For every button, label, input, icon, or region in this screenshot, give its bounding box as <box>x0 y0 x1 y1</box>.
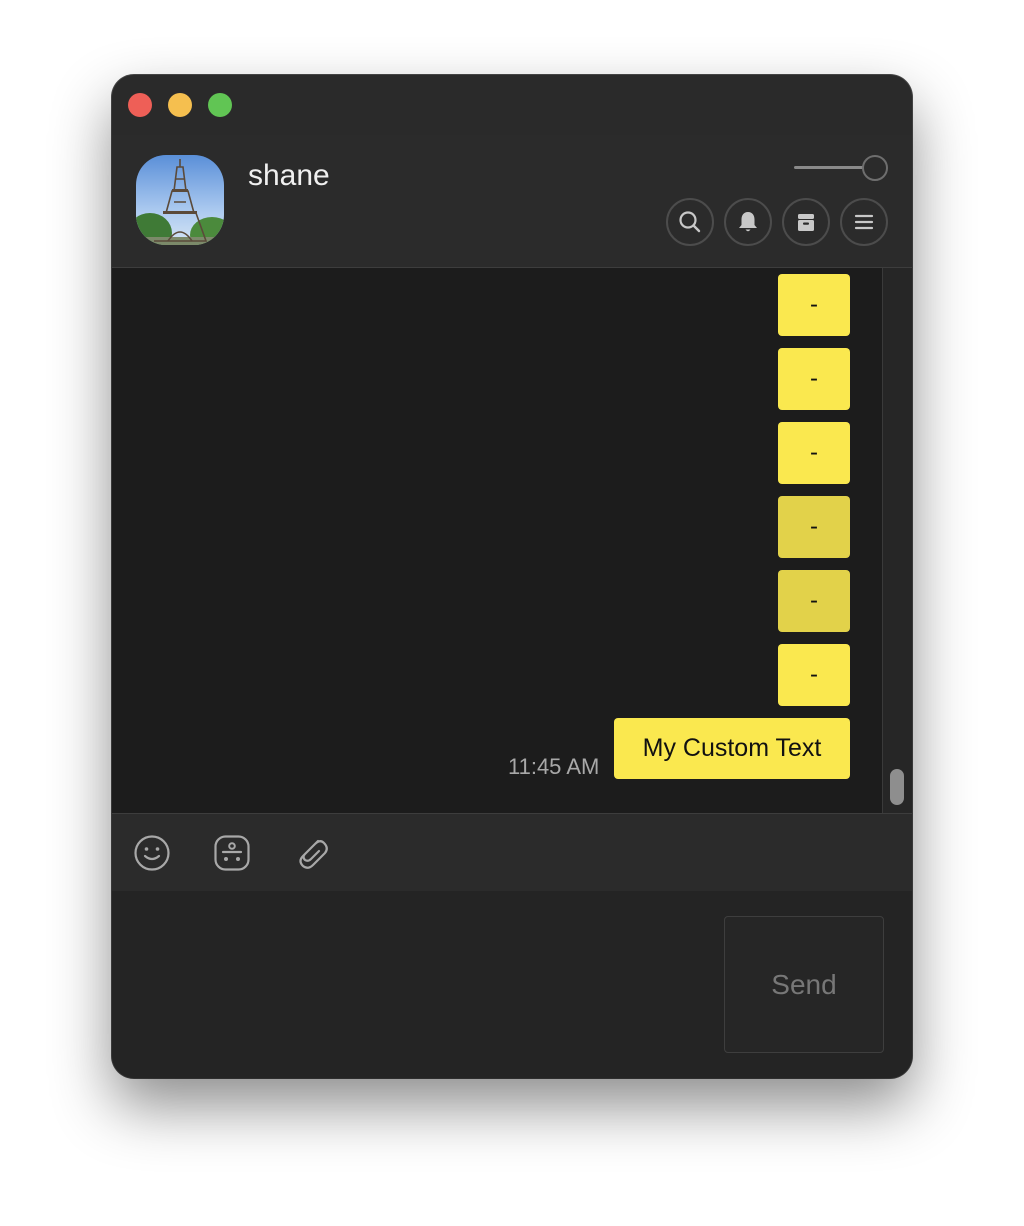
bell-icon <box>739 212 757 232</box>
title-bar <box>112 75 912 135</box>
attachment-icon <box>299 839 328 869</box>
minimize-window-button[interactable] <box>168 93 192 117</box>
sticker-button[interactable] <box>212 833 252 873</box>
message-text: - <box>810 291 818 318</box>
chat-scrollbar[interactable] <box>882 268 912 813</box>
menu-button[interactable] <box>840 198 888 246</box>
archive-button[interactable] <box>782 198 830 246</box>
message-bubble[interactable]: - <box>778 422 850 484</box>
message-text: - <box>810 661 818 688</box>
eiffel-tower-photo <box>136 155 224 245</box>
composer-toolbar <box>112 813 912 892</box>
slider-knob[interactable] <box>862 155 888 181</box>
search-button[interactable] <box>666 198 714 246</box>
menu-icon <box>854 214 874 230</box>
contact-name: shane <box>248 159 330 192</box>
close-window-button[interactable] <box>128 93 152 117</box>
message-text: My Custom Text <box>642 734 822 762</box>
message-bubble[interactable]: - <box>778 644 850 706</box>
message-bubble[interactable]: - <box>778 348 850 410</box>
notifications-button[interactable] <box>724 198 772 246</box>
message-bubble[interactable]: - <box>778 274 850 336</box>
message-timestamp: 11:45 AM <box>508 754 600 779</box>
zoom-slider[interactable] <box>794 155 888 181</box>
message-bubble[interactable]: - <box>778 570 850 632</box>
scroll-thumb[interactable] <box>890 769 904 805</box>
message-text: - <box>810 587 818 614</box>
message-list[interactable]: - - - - - - 11:45 AM My Custom Text <box>112 268 882 813</box>
attachment-button[interactable] <box>292 833 332 873</box>
search-icon <box>679 211 701 233</box>
emoji-button[interactable] <box>132 833 172 873</box>
chat-window: shane - - - - - - 11:45 AM My Custom Tex… <box>112 75 912 1078</box>
message-bubble[interactable]: - <box>778 496 850 558</box>
sticker-icon <box>214 835 250 871</box>
profile-avatar[interactable] <box>136 155 224 245</box>
message-text: - <box>810 439 818 466</box>
message-text: - <box>810 365 818 392</box>
emoji-icon <box>134 835 170 871</box>
send-button[interactable]: Send <box>724 916 884 1053</box>
maximize-window-button[interactable] <box>208 93 232 117</box>
message-input-area[interactable]: Send <box>112 891 912 1078</box>
message-bubble[interactable]: My Custom Text <box>614 718 850 779</box>
message-text: - <box>810 513 818 540</box>
archive-icon <box>798 214 814 231</box>
slider-track <box>794 166 864 169</box>
